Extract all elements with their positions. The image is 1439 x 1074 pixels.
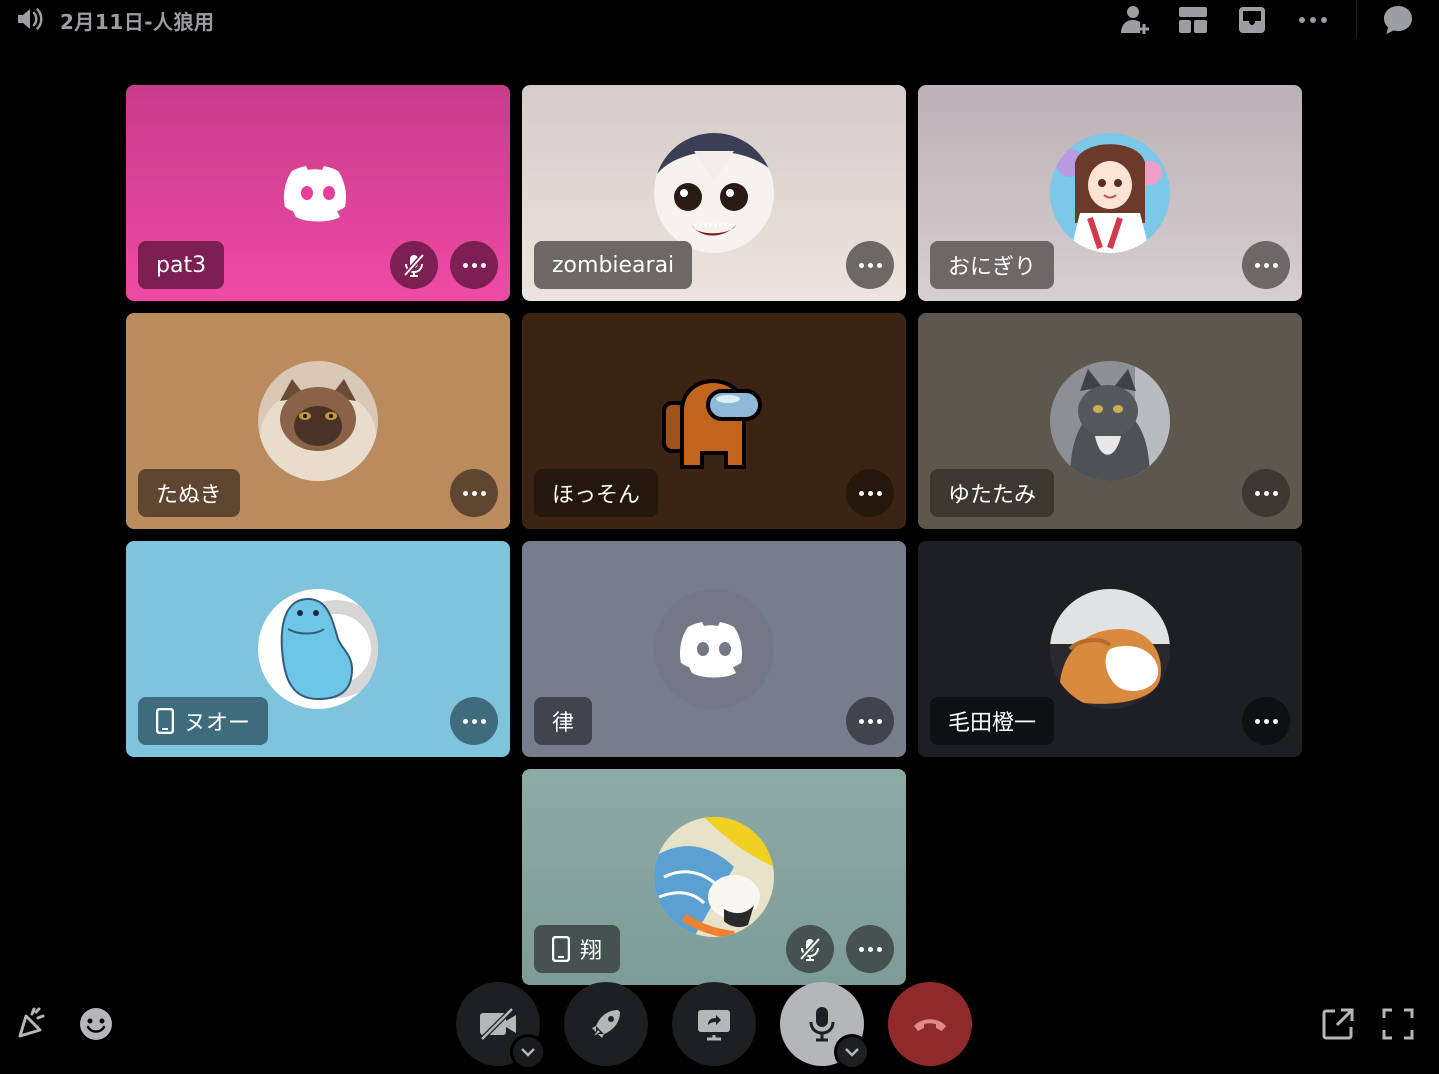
mobile-phone-icon <box>156 708 174 734</box>
avatar <box>258 361 378 481</box>
avatar <box>654 817 774 937</box>
more-options-button[interactable] <box>450 241 498 289</box>
ellipsis-icon <box>858 490 882 496</box>
participant-tile-keda[interactable]: 毛田橙一 <box>918 541 1302 757</box>
participant-tile-nuoh[interactable]: ヌオー <box>126 541 510 757</box>
participant-name: たぬき <box>138 469 240 517</box>
ellipsis-icon <box>858 718 882 724</box>
avatar <box>1050 361 1170 481</box>
disconnect-button[interactable] <box>888 982 972 1066</box>
participant-name: ヌオー <box>138 697 269 745</box>
participant-name-label: 毛田橙一 <box>948 711 1037 736</box>
participant-name-label: pat3 <box>156 252 207 278</box>
screen-share-icon <box>698 1010 730 1041</box>
ellipsis-icon <box>462 262 486 268</box>
add-member-icon[interactable] <box>1116 2 1152 38</box>
screen-share-button[interactable] <box>672 982 756 1066</box>
fullscreen-icon[interactable] <box>1376 1002 1420 1046</box>
more-options-button[interactable] <box>1242 697 1290 745</box>
popout-icon[interactable] <box>1316 1002 1360 1046</box>
more-options-button[interactable] <box>450 469 498 517</box>
discord-logo-icon <box>654 589 774 709</box>
hang-up-icon <box>914 1019 946 1031</box>
ellipsis-icon <box>1254 718 1278 724</box>
participant-name-label: 律 <box>552 711 575 736</box>
microphone-button[interactable] <box>780 982 870 1070</box>
more-options-button[interactable] <box>1242 469 1290 517</box>
mobile-phone-icon <box>552 936 570 962</box>
participant-name-label: おにぎり <box>948 255 1037 280</box>
discord-logo-icon <box>258 133 378 253</box>
participant-name-label: zombiearai <box>552 252 675 278</box>
participant-tile-tanuki[interactable]: たぬき <box>126 313 510 529</box>
ellipsis-icon <box>858 262 882 268</box>
avatar <box>1050 133 1170 253</box>
participant-tile-yutatami[interactable]: ゆたたみ <box>918 313 1302 529</box>
avatar <box>654 133 774 253</box>
more-options-button[interactable] <box>450 697 498 745</box>
chevron-down-icon <box>845 1048 859 1057</box>
participant-tile-pat3[interactable]: pat3 <box>126 85 510 301</box>
participant-name: ほっそん <box>534 469 659 517</box>
participant-tile-hosson[interactable]: ほっそん <box>522 313 906 529</box>
chat-icon[interactable] <box>1380 2 1416 38</box>
participant-name: 律 <box>534 697 593 745</box>
more-options-button[interactable] <box>846 241 894 289</box>
participant-name: おにぎり <box>930 241 1055 289</box>
rocket-icon <box>592 1010 620 1038</box>
participant-tile-sho[interactable]: 翔 <box>522 769 906 985</box>
more-options-button[interactable] <box>1242 241 1290 289</box>
ellipsis-icon <box>1254 262 1278 268</box>
speaker-icon <box>14 4 46 34</box>
participant-tile-onigiri[interactable]: おにぎり <box>918 85 1302 301</box>
muted-mic-icon <box>786 925 834 973</box>
ellipsis-icon <box>1254 490 1278 496</box>
more-options-button[interactable] <box>846 469 894 517</box>
ellipsis-icon <box>462 718 486 724</box>
participant-name-label: ほっそん <box>552 483 641 508</box>
avatar <box>258 589 378 709</box>
participant-name-label: たぬき <box>156 483 222 508</box>
camera-toggle-button[interactable] <box>456 982 546 1070</box>
more-options-icon[interactable] <box>1295 2 1331 38</box>
soundboard-icon[interactable] <box>8 1002 52 1046</box>
more-options-button[interactable] <box>846 925 894 973</box>
avatar <box>654 361 774 481</box>
channel-name: 2月11日-人狼用 <box>60 10 215 34</box>
ellipsis-icon <box>462 490 486 496</box>
chevron-down-icon <box>521 1048 535 1057</box>
participant-name-label: ゆたたみ <box>948 483 1037 508</box>
emoji-icon[interactable] <box>74 1002 118 1046</box>
microphone-options-chevron[interactable] <box>834 1034 870 1070</box>
muted-mic-icon <box>390 241 438 289</box>
microphone-icon <box>809 1007 835 1042</box>
participant-name-label: 翔 <box>580 939 603 964</box>
ellipsis-icon <box>858 946 882 952</box>
avatar <box>1050 589 1170 709</box>
camera-off-icon <box>480 1007 516 1041</box>
voice-channel-header: 2月11日-人狼用 <box>0 0 1439 40</box>
activities-button[interactable] <box>564 982 648 1066</box>
header-divider <box>1356 0 1357 38</box>
camera-options-chevron[interactable] <box>510 1034 546 1070</box>
more-options-button[interactable] <box>846 697 894 745</box>
participant-tile-ritsu[interactable]: 律 <box>522 541 906 757</box>
participant-name: zombiearai <box>534 241 693 289</box>
participant-name: ゆたたみ <box>930 469 1055 517</box>
participant-name: 毛田橙一 <box>930 697 1055 745</box>
inbox-icon[interactable] <box>1234 2 1270 38</box>
participant-name: pat3 <box>138 241 225 289</box>
participant-name: 翔 <box>534 925 621 973</box>
layout-grid-icon[interactable] <box>1175 2 1211 38</box>
participant-name-label: ヌオー <box>184 711 251 736</box>
participant-tile-zombiearai[interactable]: zombiearai <box>522 85 906 301</box>
